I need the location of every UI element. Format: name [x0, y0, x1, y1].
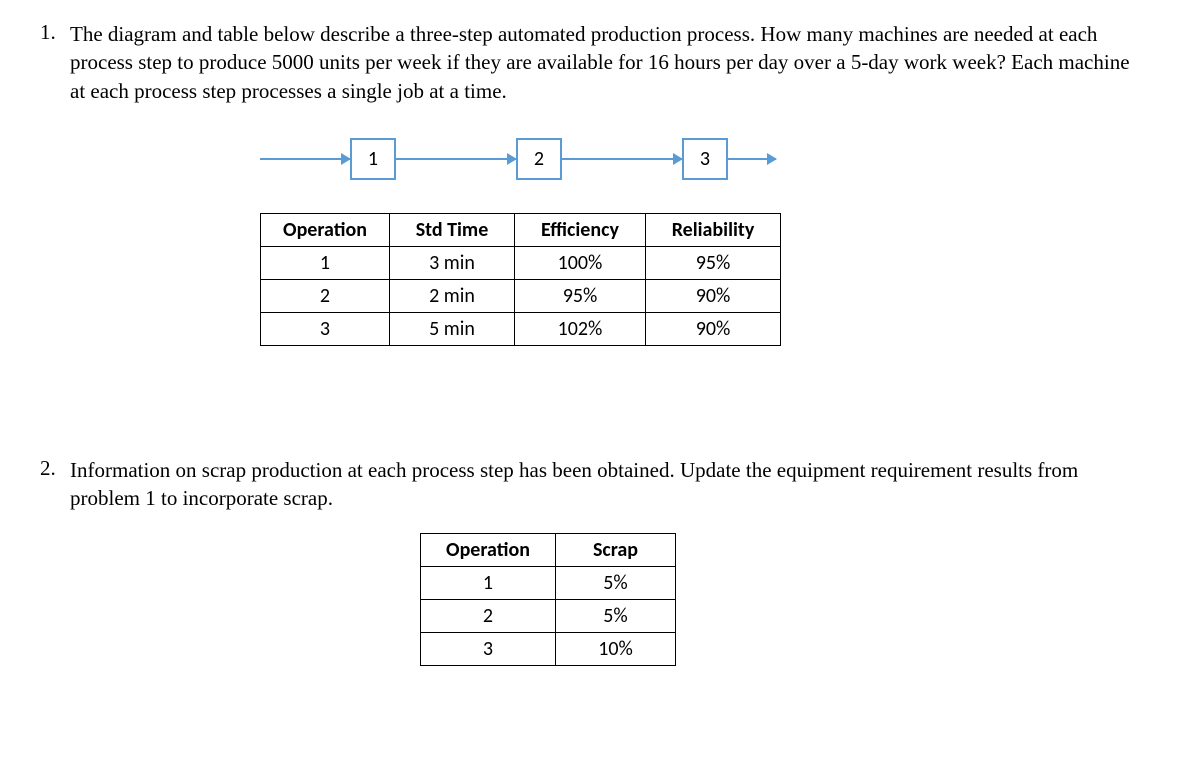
cell: 1	[421, 566, 556, 599]
table-row: 3 5 min 102% 90%	[261, 313, 781, 346]
col-header-reliability: Reliability	[646, 214, 781, 247]
operations-table: Operation Std Time Efficiency Reliabilit…	[260, 213, 781, 346]
cell: 3	[421, 632, 556, 665]
diagram-box-2: 2	[516, 138, 562, 180]
problem-1-text: The diagram and table below describe a t…	[70, 20, 1142, 105]
cell: 1	[261, 247, 390, 280]
arrowhead-icon	[507, 153, 517, 165]
problem-2: 2. Information on scrap production at ea…	[40, 456, 1142, 706]
cell: 102%	[515, 313, 646, 346]
problem-2-number: 2.	[40, 456, 70, 481]
table-header-row: Operation Std Time Efficiency Reliabilit…	[261, 214, 781, 247]
col-header-stdtime: Std Time	[390, 214, 515, 247]
cell: 2	[421, 599, 556, 632]
cell: 3 min	[390, 247, 515, 280]
problem-1-number: 1.	[40, 20, 70, 45]
table-row: 1 3 min 100% 95%	[261, 247, 781, 280]
arrow-segment	[728, 158, 776, 160]
cell: 100%	[515, 247, 646, 280]
cell: 5%	[556, 599, 676, 632]
arrow-segment	[562, 158, 682, 160]
diagram-box-3: 3	[682, 138, 728, 180]
table-row: 3 10%	[421, 632, 676, 665]
scrap-table: Operation Scrap 1 5% 2 5% 3 10%	[420, 533, 676, 666]
arrow-segment	[396, 158, 516, 160]
cell: 2	[261, 280, 390, 313]
cell: 95%	[646, 247, 781, 280]
table-row: 1 5%	[421, 566, 676, 599]
col-header-efficiency: Efficiency	[515, 214, 646, 247]
cell: 3	[261, 313, 390, 346]
process-diagram: 1 2 3	[260, 135, 1142, 183]
arrow-segment	[260, 158, 350, 160]
table-row: 2 2 min 95% 90%	[261, 280, 781, 313]
problem-2-body: Information on scrap production at each …	[70, 456, 1142, 706]
col-header-operation: Operation	[421, 533, 556, 566]
arrowhead-icon	[341, 153, 351, 165]
col-header-operation: Operation	[261, 214, 390, 247]
cell: 90%	[646, 313, 781, 346]
cell: 95%	[515, 280, 646, 313]
diagram-box-1: 1	[350, 138, 396, 180]
cell: 2 min	[390, 280, 515, 313]
col-header-scrap: Scrap	[556, 533, 676, 566]
problem-1: 1. The diagram and table below describe …	[40, 20, 1142, 386]
cell: 5%	[556, 566, 676, 599]
cell: 10%	[556, 632, 676, 665]
arrowhead-icon	[673, 153, 683, 165]
cell: 5 min	[390, 313, 515, 346]
problem-1-body: The diagram and table below describe a t…	[70, 20, 1142, 386]
table-header-row: Operation Scrap	[421, 533, 676, 566]
table-row: 2 5%	[421, 599, 676, 632]
arrowhead-icon	[767, 153, 777, 165]
problem-2-text: Information on scrap production at each …	[70, 456, 1142, 513]
cell: 90%	[646, 280, 781, 313]
